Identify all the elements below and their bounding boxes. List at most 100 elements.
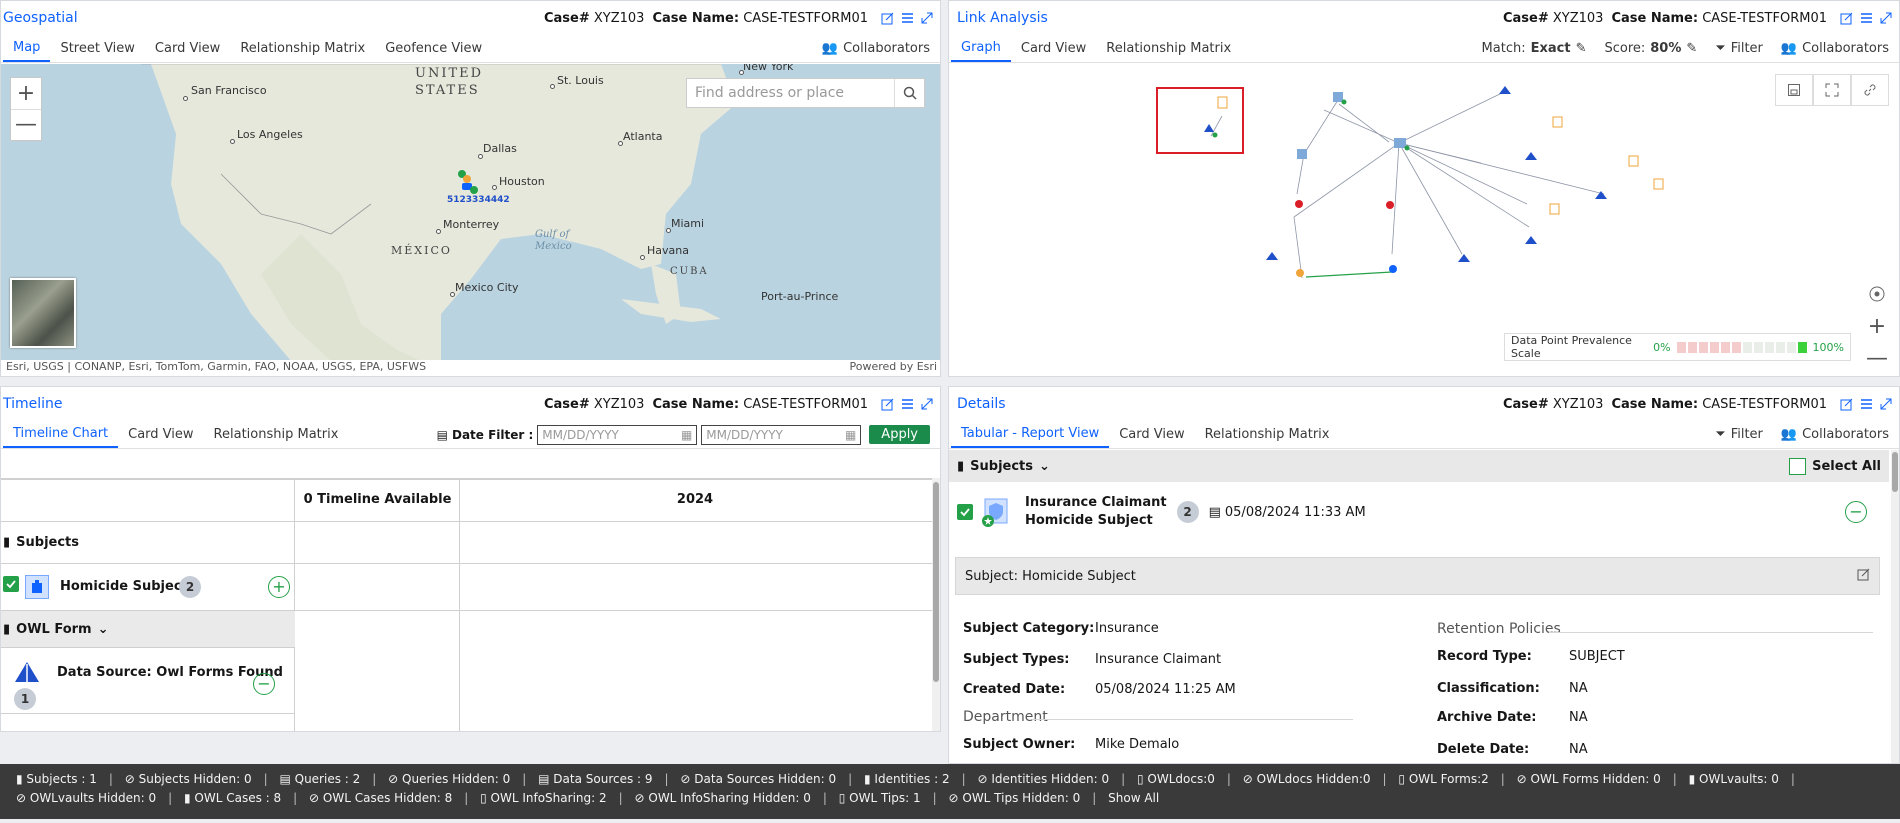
- remove-circle-icon[interactable]: −: [253, 673, 275, 695]
- calendar-icon[interactable]: ▦: [845, 428, 856, 442]
- people-icon: 👥: [821, 41, 839, 56]
- end-date-input[interactable]: MM/DD/YYYY ▦: [701, 424, 862, 445]
- map-label-states: STATES: [415, 83, 480, 98]
- subject-list-item[interactable]: Insurance Claimant Homicide Subject 2 ▤ …: [949, 482, 1889, 542]
- tab-relationship-matrix[interactable]: Relationship Matrix: [1195, 421, 1340, 448]
- link-tabs: Graph Card View Relationship Matrix Matc…: [949, 35, 1899, 63]
- map-label-united: UNITED: [415, 66, 484, 81]
- map-label-mon: Monterrey: [443, 218, 500, 231]
- map-label-dal: Dallas: [483, 142, 517, 155]
- graph-zoom-out-button[interactable]: —: [1863, 344, 1891, 372]
- tab-relationship-matrix[interactable]: Relationship Matrix: [1096, 35, 1241, 62]
- checkbox[interactable]: [957, 504, 973, 520]
- map-label-hav: Havana: [647, 244, 689, 257]
- zoom-in-button[interactable]: +: [11, 78, 41, 110]
- people-icon: 👥: [1780, 41, 1798, 56]
- graph-network: [1156, 86, 1664, 279]
- edit-icon[interactable]: [880, 397, 894, 411]
- city-dot: [666, 228, 671, 233]
- timeline-scrollbar[interactable]: [932, 478, 940, 731]
- tab-graph[interactable]: Graph: [951, 35, 1011, 62]
- save-icon[interactable]: [1775, 74, 1813, 106]
- show-all-link[interactable]: Show All: [1108, 791, 1159, 805]
- collaborators-button[interactable]: 👥 Collaborators: [1781, 41, 1889, 56]
- tab-relationship-matrix[interactable]: Relationship Matrix: [204, 421, 349, 448]
- add-circle-icon[interactable]: +: [268, 576, 290, 598]
- zoom-out-button[interactable]: —: [11, 110, 41, 141]
- apply-button[interactable]: Apply: [869, 425, 930, 444]
- menu-icon[interactable]: [900, 397, 914, 411]
- map-search-input[interactable]: Find address or place: [687, 85, 894, 101]
- tab-card-view[interactable]: Card View: [145, 35, 230, 62]
- details-scrollbar[interactable]: [1891, 450, 1899, 763]
- tab-map[interactable]: Map: [3, 35, 51, 62]
- checkbox[interactable]: [3, 576, 19, 592]
- link-graph-canvas[interactable]: + — Data Point Prevalence Scale 0% 100%: [949, 64, 1899, 376]
- start-date-input[interactable]: MM/DD/YYYY ▦: [537, 424, 698, 445]
- tab-street-view[interactable]: Street View: [50, 35, 144, 62]
- city-dot: [492, 185, 497, 190]
- tab-geofence-view[interactable]: Geofence View: [375, 35, 492, 62]
- subject-row[interactable]: Homicide Subject 2 +: [1, 564, 937, 611]
- expand-icon[interactable]: [1879, 397, 1893, 411]
- tab-relationship-matrix[interactable]: Relationship Matrix: [230, 35, 375, 62]
- status-item: ▯ OWL Forms:2: [1398, 772, 1489, 786]
- powered-by[interactable]: Powered by Esri: [849, 360, 937, 376]
- map-label-hou: Houston: [499, 175, 545, 188]
- graph-zoom-in-button[interactable]: +: [1863, 312, 1891, 340]
- tab-card-view[interactable]: Card View: [1011, 35, 1096, 62]
- link-icon[interactable]: [1851, 74, 1889, 106]
- status-item: ⊘ OWLdocs Hidden:0: [1242, 772, 1371, 786]
- city-dot: [550, 84, 555, 89]
- city-dot: [640, 255, 645, 260]
- calendar-icon[interactable]: ▦: [681, 428, 692, 442]
- basemap-toggle[interactable]: [10, 278, 76, 348]
- map-canvas[interactable]: UNITED STATES MÉXICO CUBA Gulf of Mexico…: [1, 64, 940, 361]
- city-dot: [618, 141, 623, 146]
- insurance-shield-icon: [981, 497, 1011, 527]
- menu-icon[interactable]: [1859, 397, 1873, 411]
- map-label-mxc: Mexico City: [455, 281, 519, 294]
- data-source-name: Data Source: Owl Forms Found: [57, 665, 283, 680]
- menu-icon[interactable]: [900, 11, 914, 25]
- data-source-row[interactable]: Data Source: Owl Forms Found 1 −: [1, 648, 937, 713]
- city-dot: [739, 70, 744, 75]
- score-control[interactable]: Score: 80% ✎: [1604, 41, 1697, 56]
- menu-icon[interactable]: [1859, 11, 1873, 25]
- tab-card-view[interactable]: Card View: [1109, 421, 1194, 448]
- select-all-checkbox[interactable]: [1789, 457, 1807, 475]
- center-icon[interactable]: [1863, 280, 1891, 308]
- case-name: Case Name: CASE-TESTFORM01: [652, 10, 868, 26]
- match-control[interactable]: Match: Exact ✎: [1482, 41, 1587, 56]
- divider: [1549, 632, 1873, 633]
- filter-button[interactable]: ⏷ Filter: [1715, 41, 1763, 56]
- divider: [1033, 719, 1353, 720]
- tab-card-view[interactable]: Card View: [118, 421, 203, 448]
- fullscreen-icon[interactable]: [1813, 74, 1851, 106]
- panel-header: Geospatial Case# XYZ103 Case Name: CASE-…: [1, 1, 940, 35]
- edit-icon[interactable]: [1839, 397, 1853, 411]
- remove-circle-icon[interactable]: −: [1845, 501, 1867, 523]
- department-heading: Department: [963, 709, 1048, 725]
- expand-icon[interactable]: [920, 397, 934, 411]
- map-label-cuba: CUBA: [670, 266, 709, 277]
- tab-tabular-report-view[interactable]: Tabular - Report View: [951, 421, 1110, 448]
- subjects-section-header[interactable]: ▮ Subjects ⌄ Select All: [949, 450, 1889, 482]
- expand-icon[interactable]: [920, 11, 934, 25]
- select-all-toggle[interactable]: Select All: [1789, 457, 1881, 475]
- collaborators-button[interactable]: 👥 Collaborators: [1781, 427, 1889, 442]
- collaborators-button[interactable]: 👥 Collaborators: [822, 41, 930, 56]
- search-icon[interactable]: [894, 79, 924, 107]
- filter-button[interactable]: ⏷ Filter: [1715, 427, 1763, 442]
- edit-icon[interactable]: [1857, 568, 1870, 585]
- owl-form-icon: [13, 660, 41, 688]
- details-tabs: Tabular - Report View Card View Relation…: [949, 421, 1899, 449]
- city-dot: [450, 292, 455, 297]
- edit-icon[interactable]: [1839, 11, 1853, 25]
- owl-form-group-row[interactable]: ▮ OWL Form ⌄: [1, 611, 295, 648]
- prevalence-scale: Data Point Prevalence Scale 0% 100%: [1504, 333, 1851, 361]
- panel-title: Geospatial: [3, 10, 78, 26]
- expand-icon[interactable]: [1879, 11, 1893, 25]
- edit-icon[interactable]: [880, 11, 894, 25]
- tab-timeline-chart[interactable]: Timeline Chart: [3, 421, 119, 448]
